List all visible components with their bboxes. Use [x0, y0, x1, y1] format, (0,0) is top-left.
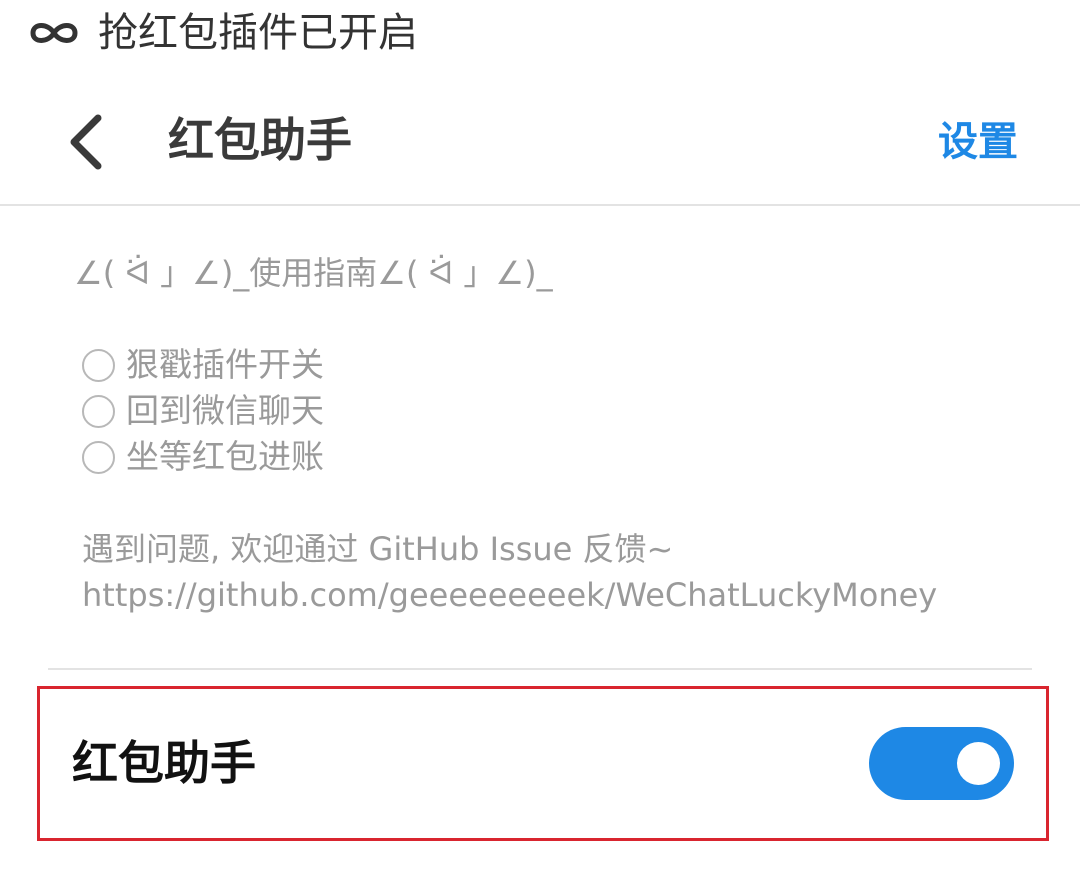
toggle-label: 红包助手 [72, 736, 256, 790]
status-text: 抢红包插件已开启 [98, 10, 418, 56]
circle-bullet-icon [82, 395, 115, 428]
step-label: 回到微信聊天 [126, 391, 324, 430]
step-label: 狠戳插件开关 [126, 345, 324, 384]
settings-button[interactable]: 设置 [938, 116, 1018, 168]
toggle-knob [957, 742, 1000, 785]
feedback-link[interactable]: https://github.com/geeeeeeeeek/WeChatLuc… [82, 572, 937, 618]
infinity-icon [30, 23, 78, 43]
toggle-switch[interactable] [869, 727, 1014, 800]
step-label: 坐等红包进账 [126, 437, 324, 476]
chevron-left-icon [70, 114, 102, 170]
circle-bullet-icon [82, 441, 115, 474]
app-bar: 红包助手 设置 [0, 66, 1080, 206]
back-button[interactable] [52, 102, 122, 182]
feedback-text: 遇到问题, 欢迎通过 GitHub Issue 反馈~ https://gith… [82, 526, 937, 618]
toggle-row[interactable]: 红包助手 [40, 689, 1046, 838]
feedback-line: 遇到问题, 欢迎通过 GitHub Issue 反馈~ [82, 530, 674, 568]
divider [48, 668, 1032, 670]
guide-title: ∠( ᐛ 」∠)_使用指南∠( ᐛ 」∠)_ [74, 254, 553, 292]
page-title: 红包助手 [168, 113, 352, 167]
status-bar: 抢红包插件已开启 [0, 0, 1080, 66]
circle-bullet-icon [82, 349, 115, 382]
